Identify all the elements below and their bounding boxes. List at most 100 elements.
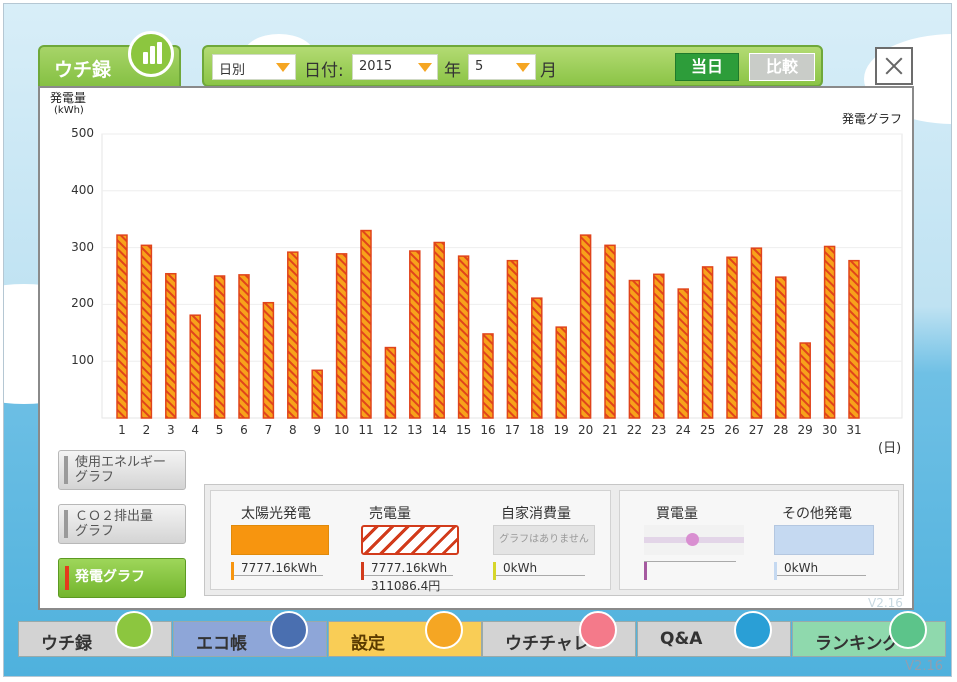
x-tick-label: 7 bbox=[264, 423, 273, 437]
bar-day-21 bbox=[604, 244, 616, 419]
nav-label: ランキング bbox=[815, 634, 900, 654]
compare-button[interactable]: 比較 bbox=[749, 53, 815, 81]
x-tick-label: 5 bbox=[215, 423, 224, 437]
bar-chart-icon bbox=[128, 31, 174, 77]
nav-flag[interactable]: ウチチャレ bbox=[482, 611, 636, 657]
energy-graph-button[interactable]: 使用エネルギー グラフ bbox=[58, 450, 186, 490]
x-tick-label: 9 bbox=[313, 423, 321, 437]
x-tick-label: 4 bbox=[191, 423, 199, 437]
legend-self-swatch: グラフはありません bbox=[493, 525, 595, 555]
version-label: V2.16 bbox=[905, 659, 943, 674]
month-select[interactable]: 5 bbox=[468, 54, 536, 80]
bar-day-16 bbox=[482, 333, 494, 419]
mode-select[interactable]: 日別 bbox=[212, 54, 296, 80]
chevron-down-icon bbox=[276, 63, 290, 72]
bar-day-30 bbox=[823, 245, 836, 419]
legend-bought-value bbox=[644, 561, 736, 580]
bar-day-24 bbox=[677, 288, 689, 419]
notebook-icon bbox=[270, 611, 308, 649]
bar-day-13 bbox=[409, 250, 421, 419]
generation-graph-label: 発電グラフ bbox=[75, 569, 145, 585]
x-tick-label: 16 bbox=[480, 423, 496, 437]
bar-day-31 bbox=[848, 259, 860, 419]
x-tick-label: 13 bbox=[407, 423, 423, 437]
x-tick-label: 17 bbox=[504, 423, 521, 437]
x-tick-label: 15 bbox=[455, 423, 472, 437]
year-select[interactable]: 2015 bbox=[352, 54, 438, 80]
bar-day-26 bbox=[726, 256, 738, 419]
nav-crown[interactable]: ランキング bbox=[792, 611, 946, 657]
bar-chart-icon bbox=[115, 611, 153, 649]
tab-title: ウチ録 bbox=[54, 59, 112, 81]
nav-label: エコ帳 bbox=[196, 634, 247, 654]
x-tick-label: 24 bbox=[675, 423, 691, 437]
nav-question[interactable]: Q&A bbox=[637, 611, 791, 657]
legend-sold-swatch bbox=[361, 525, 459, 555]
x-tick-label: 19 bbox=[553, 423, 569, 437]
crown-icon bbox=[889, 611, 927, 649]
x-tick-label: 6 bbox=[240, 423, 248, 437]
close-icon[interactable] bbox=[875, 47, 913, 85]
bar-day-18 bbox=[531, 297, 543, 419]
question-icon bbox=[734, 611, 772, 649]
x-tick-label: 18 bbox=[529, 423, 545, 437]
x-tick-label: 28 bbox=[773, 423, 789, 437]
legend-bought-label: 買電量 bbox=[656, 506, 698, 522]
bar-day-22 bbox=[628, 279, 641, 419]
bar-day-19 bbox=[555, 326, 567, 419]
flag-icon bbox=[579, 611, 617, 649]
x-tick-label: 22 bbox=[626, 423, 643, 437]
year-unit: 年 bbox=[444, 61, 461, 81]
date-label: 日付: bbox=[304, 61, 344, 81]
x-tick-label: 27 bbox=[748, 423, 765, 437]
x-tick-label: 30 bbox=[821, 423, 838, 437]
bar-day-4 bbox=[189, 314, 201, 419]
today-button[interactable]: 当日 bbox=[675, 53, 739, 81]
legend-group-grid: 買電量 その他発電 0kWh bbox=[619, 490, 899, 590]
x-tick-label: 31 bbox=[846, 423, 862, 437]
energy-graph-label-1: 使用エネルギー bbox=[75, 455, 167, 470]
legend-solar-value-text: 7777.16kWh bbox=[241, 561, 318, 575]
co2-graph-button[interactable]: ＣＯ２排出量 グラフ bbox=[58, 504, 186, 544]
bar-day-20 bbox=[579, 234, 592, 419]
legend-self-note: グラフはありません bbox=[499, 534, 589, 545]
x-axis-unit: (日) bbox=[878, 441, 902, 456]
chevron-down-icon bbox=[418, 63, 432, 72]
bar-day-8 bbox=[287, 251, 299, 419]
x-tick-label: 3 bbox=[166, 423, 175, 437]
bar-day-6 bbox=[238, 274, 250, 419]
bar-day-1 bbox=[116, 234, 128, 419]
x-tick-label: 25 bbox=[699, 423, 716, 437]
legend-sold-value: 7777.16kWh bbox=[361, 561, 453, 580]
bar-day-27 bbox=[750, 247, 763, 419]
graph-panel: 発電量 (kWh) 発電グラフ 1 2 3 4 5 6 7 8 9 10 11 12 13 14 15 16 1… bbox=[38, 86, 914, 610]
y-tick-label: 300 bbox=[71, 239, 94, 254]
y-tick-label: 400 bbox=[71, 182, 94, 197]
nav-notebook[interactable]: エコ帳 bbox=[173, 611, 327, 657]
legend-sold-value-text: 7777.16kWh bbox=[371, 561, 448, 575]
legend-group-own: 太陽光発電 7777.16kWh 売電量 7777.16kWh 311086.4… bbox=[210, 490, 611, 593]
x-tick-label: 20 bbox=[577, 423, 594, 437]
energy-graph-label-2: グラフ bbox=[75, 470, 115, 485]
y-tick-label: 100 bbox=[71, 353, 94, 368]
chevron-down-icon bbox=[516, 63, 530, 72]
legend-panel: 太陽光発電 7777.16kWh 売電量 7777.16kWh 311086.4… bbox=[204, 484, 904, 596]
legend-solar-value: 7777.16kWh bbox=[231, 561, 323, 580]
bar-day-2 bbox=[140, 244, 153, 419]
generation-graph-button[interactable]: 発電グラフ bbox=[58, 558, 186, 598]
bar-day-28 bbox=[775, 276, 787, 419]
bar-day-7 bbox=[262, 301, 275, 419]
legend-bought-slider bbox=[644, 525, 744, 555]
nav-bar-chart[interactable]: ウチ録 bbox=[18, 611, 172, 657]
legend-solar-label: 太陽光発電 bbox=[241, 506, 311, 522]
bar-day-10 bbox=[335, 253, 348, 419]
legend-self-value: 0kWh bbox=[493, 561, 585, 580]
nav-label: ウチチャレ bbox=[505, 634, 590, 654]
month-unit: 月 bbox=[540, 61, 557, 81]
bar-day-23 bbox=[653, 273, 665, 419]
legend-sold-yen: 311086.4円 bbox=[371, 579, 441, 593]
mode-value: 日別 bbox=[219, 63, 246, 78]
bar-day-17 bbox=[506, 259, 519, 419]
x-tick-label: 29 bbox=[797, 423, 813, 437]
nav-wrench[interactable]: 設定 bbox=[328, 611, 482, 657]
